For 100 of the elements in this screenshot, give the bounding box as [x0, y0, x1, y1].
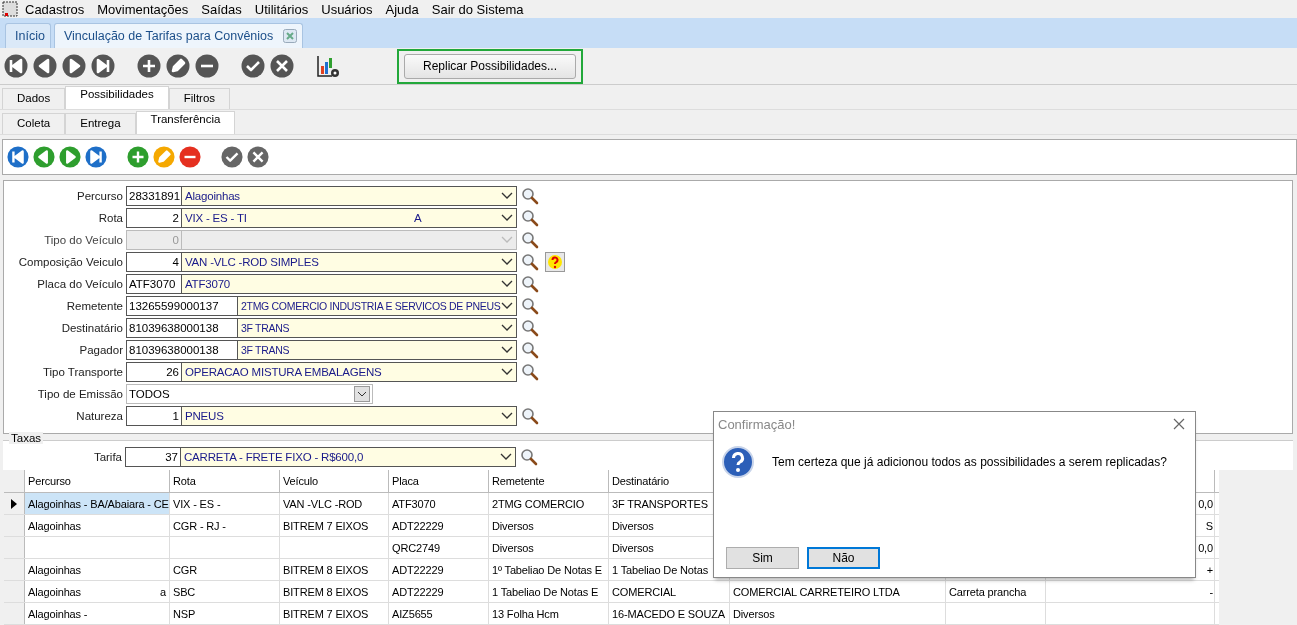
combo-box[interactable]: ATF3070	[182, 274, 517, 294]
menu-item[interactable]: Ajuda	[384, 1, 427, 17]
dropdown[interactable]: TODOS	[126, 384, 373, 404]
code-field[interactable]: 81039638000138	[126, 318, 238, 338]
next-icon[interactable]	[62, 54, 86, 78]
question-icon	[722, 446, 754, 478]
next-icon[interactable]	[59, 146, 81, 168]
table-cell: Diversos	[492, 519, 534, 532]
search-icon[interactable]	[521, 187, 539, 205]
replicate-button[interactable]: Replicar Possibilidades...	[404, 53, 576, 79]
first-record-icon[interactable]	[4, 54, 28, 78]
combo-box[interactable]: VIX - ES - TI A	[182, 208, 517, 228]
search-icon[interactable]	[521, 341, 539, 359]
code-field[interactable]: 13265599000137	[126, 296, 238, 316]
field-label: Remetente	[65, 300, 124, 312]
search-icon[interactable]	[521, 253, 539, 271]
document-tab[interactable]: Vinculação de Tarifas para Convênios	[53, 23, 304, 48]
dialog-button[interactable]: Sim	[726, 547, 799, 569]
dialog-button[interactable]: Não	[807, 547, 880, 569]
code-field[interactable]: ATF3070	[126, 274, 182, 294]
add-icon[interactable]	[137, 54, 161, 78]
code-field[interactable]: 28331891	[126, 186, 182, 206]
search-icon[interactable]	[521, 363, 539, 381]
table-cell: SBC	[173, 585, 196, 598]
previous-icon[interactable]	[33, 54, 57, 78]
table-cell: 1º Tabeliao De Notas E	[492, 563, 602, 576]
table-cell: BITREM 8 EIXOS	[283, 563, 369, 576]
row-header[interactable]	[4, 493, 25, 514]
confirm-icon[interactable]	[221, 146, 243, 168]
search-icon[interactable]	[521, 297, 539, 315]
cancel-icon[interactable]	[270, 54, 294, 78]
help-icon[interactable]	[545, 252, 565, 272]
menu-item[interactable]: Utilitários	[253, 1, 317, 17]
column-header[interactable]: Rota	[173, 475, 196, 487]
menu-item[interactable]: Sair do Sistema	[430, 1, 532, 17]
app-icon[interactable]	[2, 1, 18, 17]
document-tab[interactable]: Início	[5, 23, 51, 48]
search-icon[interactable]	[521, 407, 539, 425]
edit-icon[interactable]	[166, 54, 190, 78]
tab[interactable]: Possibilidades	[65, 86, 169, 109]
search-icon[interactable]	[521, 209, 539, 227]
previous-icon[interactable]	[33, 146, 55, 168]
field-label: Tipo Transporte	[41, 366, 124, 378]
code-field[interactable]: 4	[126, 252, 182, 272]
combo-box[interactable]: VAN -VLC -ROD SIMPLES	[182, 252, 517, 272]
first-record-icon[interactable]	[7, 146, 29, 168]
chevron-icon[interactable]	[501, 346, 513, 354]
table-cell: 0,0	[1198, 497, 1213, 510]
search-icon[interactable]	[521, 231, 539, 249]
combo-box[interactable]: PNEUS	[182, 406, 517, 426]
search-icon[interactable]	[520, 448, 538, 466]
column-header[interactable]: Remetente	[492, 475, 545, 487]
column-header[interactable]: Destinatário	[612, 475, 669, 487]
combo-box[interactable]: OPERACAO MISTURA EMBALAGENS	[182, 362, 517, 382]
table-cell: ADT22229	[392, 585, 444, 598]
chevron-icon[interactable]	[501, 192, 513, 200]
last-record-icon[interactable]	[85, 146, 107, 168]
menu-item[interactable]: Movimentações	[96, 1, 197, 17]
tab[interactable]: Coleta	[2, 113, 66, 134]
menu-item[interactable]: Cadastros	[24, 1, 93, 17]
search-icon[interactable]	[521, 275, 539, 293]
confirm-icon[interactable]	[241, 54, 265, 78]
code-field[interactable]: 2	[126, 208, 182, 228]
chevron-icon[interactable]	[500, 453, 512, 461]
field-label: Pagador	[78, 344, 124, 356]
chevron-icon[interactable]	[501, 324, 513, 332]
chevron-icon[interactable]	[501, 258, 513, 266]
menu-item[interactable]: Usuários	[320, 1, 381, 17]
chart-settings-icon[interactable]	[316, 54, 340, 78]
tab[interactable]: Filtros	[168, 88, 231, 109]
search-icon[interactable]	[521, 319, 539, 337]
chevron-icon[interactable]	[501, 412, 513, 420]
chevron-icon[interactable]	[501, 302, 513, 310]
combo-box[interactable]: Alagoinhas	[182, 186, 517, 206]
column-header[interactable]: Percurso	[28, 475, 71, 487]
tab[interactable]: Entrega	[65, 113, 136, 134]
tab[interactable]: Dados	[2, 88, 66, 109]
column-header[interactable]: Veículo	[283, 475, 319, 487]
cancel-icon[interactable]	[247, 146, 269, 168]
code-field[interactable]: 81039638000138	[126, 340, 238, 360]
remove-icon[interactable]	[195, 54, 219, 78]
table-cell: Carreta prancha	[949, 585, 1027, 598]
combo-box[interactable]: CARRETA - FRETE FIXO - R$600,0	[181, 447, 516, 467]
code-field[interactable]: 37	[125, 447, 181, 467]
chevron-icon[interactable]	[501, 368, 513, 376]
close-icon[interactable]	[1173, 418, 1185, 430]
chevron-icon[interactable]	[501, 280, 513, 288]
menu-item[interactable]: Saídas	[200, 1, 250, 17]
combo-box[interactable]: 3F TRANS	[238, 340, 517, 360]
chevron-icon[interactable]	[501, 214, 513, 222]
code-field[interactable]: 1	[126, 406, 182, 426]
remove-icon[interactable]	[179, 146, 201, 168]
column-header[interactable]: Placa	[392, 475, 419, 487]
combo-box[interactable]: 3F TRANS	[238, 318, 517, 338]
combo-box[interactable]: 2TMG COMERCIO INDUSTRIA E SERVICOS DE PNEUS	[238, 296, 517, 316]
code-field[interactable]: 26	[126, 362, 182, 382]
last-record-icon[interactable]	[91, 54, 115, 78]
field-label: Placa do Veículo	[36, 278, 124, 290]
add-icon[interactable]	[127, 146, 149, 168]
tab[interactable]: Transferência	[135, 111, 236, 134]
